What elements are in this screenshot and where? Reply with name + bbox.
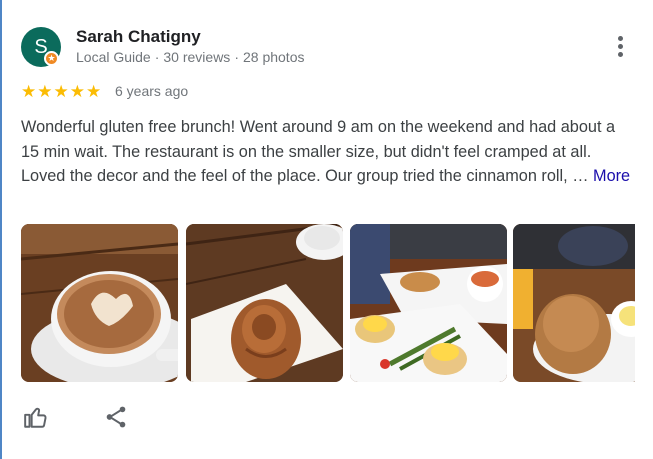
review-photo-eggs-benedict[interactable] bbox=[350, 224, 507, 382]
local-guide-label: Local Guide bbox=[76, 49, 151, 65]
reviewer-meta: Local Guide · 30 reviews · 28 photos bbox=[76, 49, 304, 65]
review-body: Wonderful gluten free brunch! Went aroun… bbox=[21, 115, 631, 189]
review-photo-cinnamon-roll[interactable] bbox=[186, 224, 343, 382]
reviewer-name[interactable]: Sarah Chatigny bbox=[76, 27, 201, 47]
more-link[interactable]: More bbox=[593, 167, 630, 185]
review-photo-popover[interactable] bbox=[513, 224, 635, 382]
more-options-icon[interactable] bbox=[610, 36, 630, 60]
review-photo-cappuccino[interactable] bbox=[21, 224, 178, 382]
photo-strip bbox=[21, 224, 635, 382]
photo-count: 28 photos bbox=[242, 49, 305, 65]
thumb-up-icon[interactable] bbox=[23, 404, 49, 430]
review-card: S ★ Sarah Chatigny Local Guide · 30 review… bbox=[0, 0, 653, 459]
meta-separator: · bbox=[234, 49, 239, 65]
review-text: Wonderful gluten free brunch! Went aroun… bbox=[21, 118, 616, 185]
share-icon[interactable] bbox=[103, 404, 129, 430]
local-guide-badge-icon: ★ bbox=[44, 51, 59, 66]
star-rating: ★★★★★ bbox=[21, 82, 103, 101]
meta-separator: · bbox=[154, 49, 160, 65]
review-time: 6 years ago bbox=[115, 83, 189, 99]
review-count: 30 reviews bbox=[163, 49, 231, 65]
